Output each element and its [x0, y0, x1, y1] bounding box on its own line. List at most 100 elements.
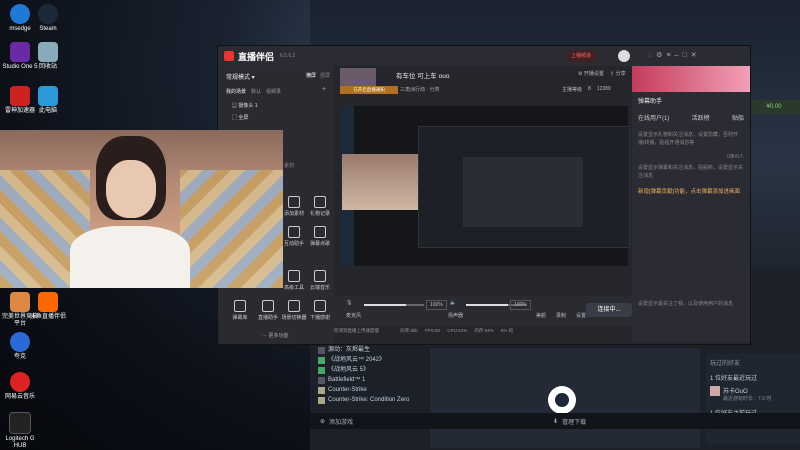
tab-boat[interactable]: 贴船: [732, 113, 744, 122]
shirt: [70, 226, 190, 288]
list-item[interactable]: 《战地风云 5》: [318, 365, 422, 375]
add-game-button[interactable]: 添加游戏: [329, 417, 353, 426]
friends-header: 玩过的好友: [710, 361, 741, 367]
live-companion-window: 直播伴侣 6.5.6.2 上播频道 ◌⚙≡–□✕ 已开启直播通知 有车位 可上车…: [217, 45, 751, 345]
webcam-preview[interactable]: [0, 130, 283, 288]
desktop-icon-douyu[interactable]: 斗鱼直播伴侣: [28, 292, 68, 321]
scene-tabs: 我的场景 默认 视频录: [226, 88, 281, 95]
record-button[interactable]: 录制: [556, 312, 566, 319]
add-scene-icon[interactable]: +: [322, 86, 326, 93]
avatar[interactable]: [618, 50, 630, 62]
add-game-icon[interactable]: ⊕: [320, 418, 325, 425]
orientation-tabs: 横屏 竖屏: [306, 72, 330, 79]
fan-count: 12389: [596, 86, 611, 92]
more-functions[interactable]: ··· 更多功能: [262, 332, 288, 339]
speaker-icon[interactable]: 🔈: [450, 300, 456, 306]
tab-portrait[interactable]: 竖屏: [320, 72, 330, 79]
gear-icon[interactable]: ⚙: [656, 52, 666, 59]
level-badge: 主播等级: [562, 87, 583, 93]
notice-gifts: 设置显示礼物和关注消息，设置隐藏，否则开播/转播，贴船开通消息等: [638, 132, 739, 146]
danmaku-panel: 弹幕助手 在线用户(1) 活跃榜 贴船 设置显示礼物和关注消息，设置隐藏，否则开…: [632, 92, 750, 342]
mic-value[interactable]: 100%: [426, 300, 447, 310]
status-tip: 检测到直播上传速度慢: [334, 328, 379, 333]
tab-landscape[interactable]: 横屏: [306, 72, 316, 79]
status-bar: 检测到直播上传速度慢 码率:0kb FPS:60 CPU:42% 内存:54% …: [334, 328, 514, 333]
stream-category[interactable]: 三角洲行动 · 分类: [400, 86, 439, 93]
tool-assistant[interactable]: 直播助手: [254, 300, 282, 321]
list-item[interactable]: 源动：灰烬最生: [318, 345, 422, 355]
count-badge: 0条/0人: [727, 154, 744, 160]
steam-wallet[interactable]: ¥0.00: [748, 100, 800, 114]
desktop-icon-quark[interactable]: 夸克: [0, 332, 40, 361]
tool-gift-record[interactable]: 礼物记录: [306, 196, 334, 217]
stream-title[interactable]: 有车位 可上车 ouo: [396, 70, 449, 80]
live-button[interactable]: 上播频道: [566, 50, 597, 62]
settings-link[interactable]: ⚙ 开播设置: [578, 70, 604, 77]
beauty-button[interactable]: 美颜: [536, 312, 546, 319]
room-tag: 已开启直播通知: [340, 86, 398, 94]
highlight-notice[interactable]: 新增[弹幕贡献]功能，点击弹幕添加进画面: [632, 184, 750, 200]
menu-icon[interactable]: ≡: [666, 52, 674, 59]
manage-downloads-button[interactable]: 管理下载: [562, 417, 586, 426]
preview-canvas[interactable]: [340, 106, 630, 266]
speaker-value[interactable]: 100%: [510, 300, 531, 310]
tool-thanks[interactable]: 下播感谢: [306, 300, 334, 321]
tab-online-users[interactable]: 在线用户(1): [638, 113, 669, 122]
list-item[interactable]: 《战地风云™ 2042》: [318, 355, 422, 365]
tool-add-source[interactable]: 添加素材: [280, 196, 308, 217]
desktop-icon-logitech[interactable]: Logitech G HUB: [0, 412, 40, 450]
tool-song-request[interactable]: 弹幕点歌: [306, 226, 334, 247]
viewer-count: 8: [588, 86, 591, 92]
list-item[interactable]: ▢ 全屏: [232, 114, 248, 121]
friend-entry[interactable]: 苏卡OuO 最近游玩时长：7.9 时: [706, 384, 800, 404]
window-controls: ◌⚙≡–□✕: [648, 51, 701, 59]
layer-label: 素材: [284, 163, 295, 169]
friends-recent: 1 位好友最近玩过: [710, 376, 758, 382]
desktop-icon-steam[interactable]: Steam: [28, 4, 68, 33]
desktop-icon-netease-music[interactable]: 网易云音乐: [0, 372, 40, 401]
speaker-label: 扬声器: [448, 313, 464, 319]
notice-follow: 设置显示最关注了我，以及使用用户的消息: [638, 301, 734, 307]
friends-panel: 玩过的好友 1 位好友最近玩过 苏卡OuO最近游玩时长：7.9 时 1 位好友之…: [706, 354, 800, 444]
list-item[interactable]: ▤ 摄像头 1: [232, 102, 258, 109]
tool-interaction[interactable]: 互动助手: [280, 226, 308, 247]
connect-button[interactable]: 连接中...: [586, 303, 632, 317]
tool-danmaku[interactable]: 弹幕库: [226, 300, 254, 321]
preview-nested-window: [418, 126, 630, 248]
steam-bottom-bar: ⊕ 添加游戏 ⬇ 管理下载: [310, 413, 800, 429]
close-icon[interactable]: ✕: [691, 52, 701, 59]
avatar: [710, 386, 720, 396]
share-link[interactable]: ⇪ 分享: [610, 70, 626, 77]
tool-scene-switcher[interactable]: 场景切换器: [280, 300, 308, 321]
danmaku-tabs: 在线用户(1) 活跃榜 贴船: [632, 109, 750, 125]
settings-button[interactable]: 设置: [576, 312, 586, 319]
mic-slider[interactable]: [364, 304, 424, 306]
stats-row: 主播等级 8 12389: [562, 86, 611, 93]
sofa-pattern-right: [180, 170, 283, 288]
mode-select[interactable]: 常规模式 ▾: [226, 72, 255, 81]
app-title: 直播伴侣: [238, 52, 275, 62]
promo-banner[interactable]: [632, 66, 750, 92]
tab-active[interactable]: 活跃榜: [692, 113, 710, 122]
desktop-icon-this-pc[interactable]: 此电脑: [28, 86, 68, 115]
tool-advanced[interactable]: 高级工具: [280, 270, 308, 291]
list-item[interactable]: Counter-Strike: [318, 385, 422, 395]
steam-game-panel: [430, 348, 700, 448]
notice-danmaku: 设置显示弹幕和关注消息，贴船新，设置显示关注消息: [638, 165, 744, 179]
download-icon: ⬇: [553, 418, 559, 425]
steam-logo-icon: [548, 386, 576, 414]
mic-label: 麦克风: [346, 313, 362, 319]
tab-video[interactable]: 视频录: [266, 88, 281, 95]
list-item[interactable]: Battlefield™ 1: [318, 375, 422, 385]
panel-header: 弹幕助手: [638, 99, 663, 105]
tool-cloud-music[interactable]: 云端音乐: [306, 270, 334, 291]
list-item[interactable]: Counter-Strike: Condition Zero: [318, 395, 422, 405]
tab-my-scenes[interactable]: 我的场景: [226, 88, 246, 95]
title-bar: 直播伴侣 6.5.6.2 上播频道 ◌⚙≡–□✕: [218, 46, 750, 66]
mic-icon[interactable]: 🎙: [346, 300, 352, 306]
maximize-icon[interactable]: □: [682, 52, 690, 59]
desktop-icon-recycle-bin[interactable]: 回收站: [28, 42, 68, 71]
tab-default[interactable]: 默认: [251, 88, 261, 95]
chat-icon[interactable]: ◌: [648, 52, 656, 59]
preview-nested-inner: [463, 157, 583, 227]
